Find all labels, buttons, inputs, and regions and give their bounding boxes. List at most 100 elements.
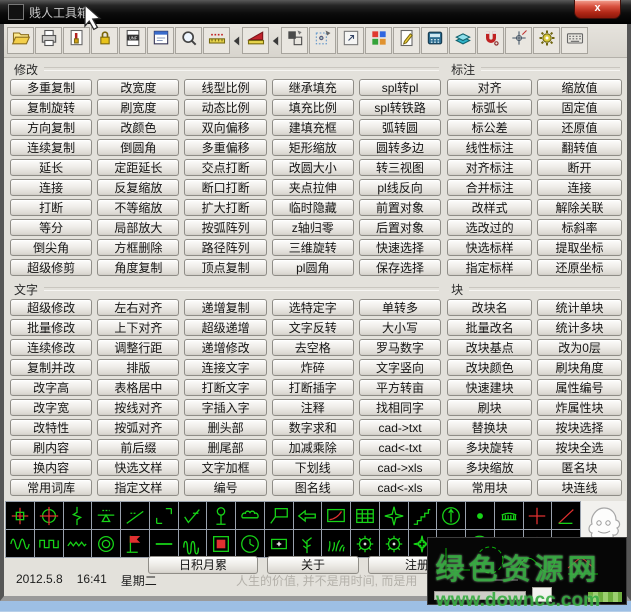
palette-zigzag-icon[interactable] <box>64 530 92 557</box>
form-window-button[interactable] <box>147 27 174 54</box>
open-folder-button[interactable] <box>7 27 34 54</box>
cmd-button[interactable]: cad<-xls <box>359 479 441 496</box>
cmd-button[interactable]: 改块名 <box>447 299 532 316</box>
cmd-button[interactable]: 断口打断 <box>184 179 266 196</box>
cmd-button[interactable]: 删尾部 <box>184 439 266 456</box>
cmd-button[interactable]: 对齐 <box>447 79 532 96</box>
daily-tips-button[interactable]: 日积月累 <box>148 556 258 574</box>
move-copy-button[interactable] <box>281 27 308 54</box>
palette-red-cross-icon[interactable] <box>524 502 552 529</box>
cmd-button[interactable]: 数字求和 <box>272 419 354 436</box>
cmd-button[interactable]: 刷宽度 <box>97 99 179 116</box>
cmd-button[interactable]: 统计多块 <box>537 319 622 336</box>
cmd-button[interactable]: spl转pl <box>359 79 441 96</box>
cmd-button[interactable]: 顶点复制 <box>184 259 266 276</box>
cmd-button[interactable]: 递增复制 <box>184 299 266 316</box>
cmd-button[interactable]: 快选标样 <box>447 239 532 256</box>
cmd-button[interactable]: 调整行距 <box>97 339 179 356</box>
cmd-button[interactable]: 对齐标注 <box>447 159 532 176</box>
cmd-button[interactable]: 上下对齐 <box>97 319 179 336</box>
palette-level-mark-icon[interactable] <box>92 502 120 529</box>
cmd-button[interactable]: 打断插字 <box>272 379 354 396</box>
cmd-button[interactable]: 改块颜色 <box>447 359 532 376</box>
cmd-button[interactable]: 快速建块 <box>447 379 532 396</box>
cmd-button[interactable]: 选改过的 <box>447 219 532 236</box>
cmd-button[interactable]: 断开 <box>537 159 622 176</box>
cmd-button[interactable]: 改块基点 <box>447 339 532 356</box>
cmd-button[interactable]: 连续修改 <box>10 339 92 356</box>
palette-curve-chart-icon[interactable] <box>322 502 350 529</box>
cmd-button[interactable]: 定距延长 <box>97 159 179 176</box>
cmd-button[interactable]: 改字宽 <box>10 399 92 416</box>
palette-check-level-icon[interactable] <box>179 502 207 529</box>
cmd-button[interactable]: 改圆大小 <box>272 159 354 176</box>
cmd-button[interactable]: 按弧对齐 <box>97 419 179 436</box>
cmd-button[interactable]: 倒尖角 <box>10 239 92 256</box>
cmd-button[interactable]: 加减乘除 <box>272 439 354 456</box>
cmd-button[interactable]: 按弧阵列 <box>184 219 266 236</box>
palette-clock-icon[interactable] <box>236 530 264 557</box>
popup-scrollbar[interactable] <box>434 591 526 600</box>
cmd-button[interactable]: 批量修改 <box>10 319 92 336</box>
lock-button[interactable] <box>91 27 118 54</box>
cmd-button[interactable]: 改特性 <box>10 419 92 436</box>
palette-stairs-icon[interactable] <box>409 502 437 529</box>
palette-corner-mark-icon[interactable] <box>150 502 178 529</box>
palette-tree-branch-icon[interactable] <box>294 530 322 557</box>
cmd-button[interactable]: 找相同字 <box>359 399 441 416</box>
cmd-button[interactable]: 反复缩放 <box>97 179 179 196</box>
palette-gear-wheel-icon[interactable] <box>351 530 379 557</box>
cmd-button[interactable]: 还原坐标 <box>537 259 622 276</box>
cmd-button[interactable]: 前后缀 <box>97 439 179 456</box>
cmd-button[interactable]: 匿名块 <box>537 459 622 476</box>
zoom-button[interactable] <box>175 27 202 54</box>
cmd-button[interactable]: 文字加框 <box>184 459 266 476</box>
palette-circle-target-icon[interactable] <box>35 502 63 529</box>
cmd-button[interactable]: 翻转值 <box>537 139 622 156</box>
cmd-button[interactable]: 提取坐标 <box>537 239 622 256</box>
cmd-button[interactable]: 多块旋转 <box>447 439 532 456</box>
calculator-button[interactable] <box>421 27 448 54</box>
cmd-button[interactable]: 方向复制 <box>10 119 92 136</box>
palette-hatch-box-icon[interactable] <box>207 530 235 557</box>
palette-sine-wave-icon[interactable] <box>6 530 34 557</box>
palette-table-grid-icon[interactable] <box>351 502 379 529</box>
cmd-button[interactable]: 超级修剪 <box>10 259 92 276</box>
cmd-button[interactable]: 刷块 <box>447 399 532 416</box>
cmd-button[interactable]: 动态比例 <box>184 99 266 116</box>
pan-window-button[interactable] <box>337 27 364 54</box>
cmd-button[interactable]: 弧转圆 <box>359 119 441 136</box>
cmd-button[interactable]: 递增修改 <box>184 339 266 356</box>
cmd-button[interactable]: 打断文字 <box>184 379 266 396</box>
keyboard-button[interactable] <box>561 27 588 54</box>
cmd-button[interactable]: 前置对象 <box>359 199 441 216</box>
title-bar[interactable]: 贱人工具箱 x <box>0 0 631 24</box>
cmd-button[interactable]: 扩大打断 <box>184 199 266 216</box>
cmd-button[interactable]: 文字竖向 <box>359 359 441 376</box>
layer-books-button[interactable] <box>449 27 476 54</box>
cmd-button[interactable]: 标弧长 <box>447 99 532 116</box>
cmd-button[interactable]: 改颜色 <box>97 119 179 136</box>
cmd-button[interactable]: 快速选择 <box>359 239 441 256</box>
palette-red-crosshair-icon[interactable] <box>6 502 34 529</box>
cmd-button[interactable]: 常用词库 <box>10 479 92 496</box>
cmd-button[interactable]: 换内容 <box>10 459 92 476</box>
palette-angle-lines-icon[interactable] <box>552 502 580 529</box>
palette-point-dot-icon[interactable] <box>466 502 494 529</box>
edit-doc-button[interactable] <box>393 27 420 54</box>
cmd-button[interactable]: 超级修改 <box>10 299 92 316</box>
cmd-button[interactable]: cad->txt <box>359 419 441 436</box>
palette-north-arrow-icon[interactable] <box>437 502 465 529</box>
cmd-button[interactable]: 单转多 <box>359 299 441 316</box>
cmd-button[interactable]: 字插入字 <box>184 399 266 416</box>
palette-comb-teeth-icon[interactable] <box>495 502 523 529</box>
cmd-button[interactable]: pl圆角 <box>272 259 354 276</box>
palette-flag-pole-icon[interactable] <box>121 530 149 557</box>
cmd-button[interactable]: 倒圆角 <box>97 139 179 156</box>
cmd-button[interactable]: 改字高 <box>10 379 92 396</box>
purge-button[interactable] <box>63 27 90 54</box>
cmd-button[interactable]: 不等缩放 <box>97 199 179 216</box>
cmd-button[interactable]: 多重偏移 <box>184 139 266 156</box>
cmd-button[interactable]: 线性标注 <box>447 139 532 156</box>
palette-single-line-icon[interactable] <box>150 530 178 557</box>
